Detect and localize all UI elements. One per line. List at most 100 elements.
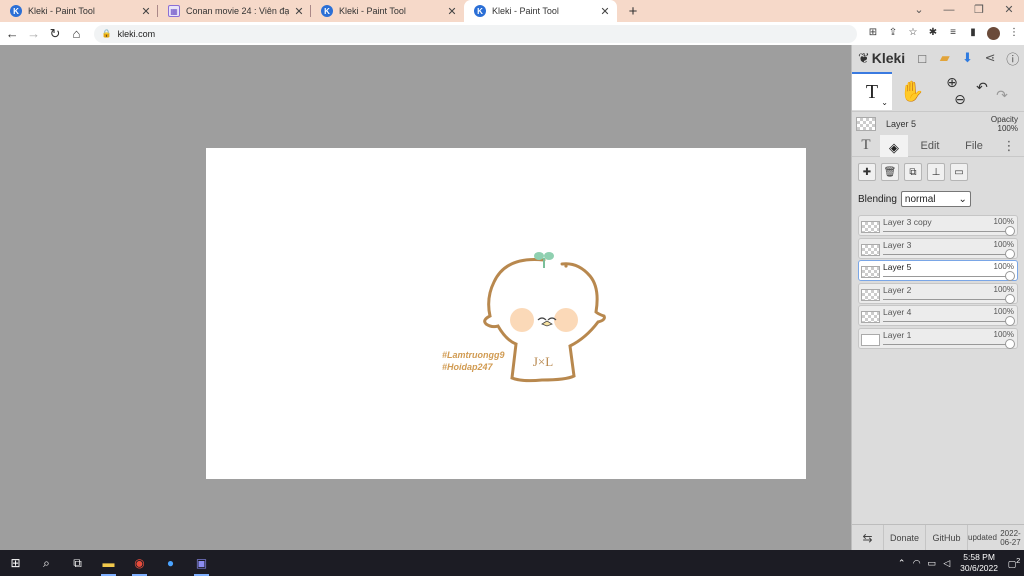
browser-tab[interactable]: ▦ Conan movie 24 : Viên đạn đỏ | ✕ [158, 0, 311, 22]
opacity-slider-track[interactable] [883, 298, 1009, 300]
chevron-up-icon[interactable]: ⌃ [894, 558, 909, 569]
chevron-down-icon[interactable]: ⌄ [881, 98, 888, 107]
sprout-leaf [544, 252, 554, 260]
layer-item[interactable]: Layer 4 100% [858, 305, 1018, 326]
reading-list-icon[interactable]: ≡ [943, 27, 963, 40]
github-link[interactable]: GitHub [926, 524, 968, 551]
add-layer-button[interactable]: ✚ [858, 163, 876, 181]
reload-icon[interactable]: ↻ [46, 26, 64, 42]
close-window-button[interactable]: ✕ [994, 0, 1024, 22]
canvas-workspace[interactable]: J×L #Lamtruongg9 #Hoidap247 [0, 45, 851, 550]
windows-taskbar: ⊞ ⌕ ⧉ ▬ ◉ ● ▣ ⌃ ◠ ▭ ◁ 5:58 PM 30/6/2022 … [0, 550, 1024, 576]
opacity-readout[interactable]: Opacity 100% [991, 115, 1024, 133]
tab-edit[interactable]: Edit [908, 135, 952, 157]
close-tab-icon[interactable]: ✕ [599, 5, 611, 18]
notification-count: 2 [1016, 556, 1021, 565]
profile-avatar[interactable] [987, 27, 1000, 40]
network-icon[interactable]: ◠ [909, 558, 924, 569]
help-icon[interactable]: ⓘ [1001, 49, 1024, 68]
redo-icon[interactable]: ↷ [996, 87, 1008, 104]
close-tab-icon[interactable]: ✕ [446, 5, 458, 18]
menu-kebab-icon[interactable]: ⋮ [1004, 27, 1024, 40]
blending-select[interactable]: normal ⌄ [900, 191, 971, 207]
share-icon[interactable]: ⋖ [979, 50, 1002, 66]
panel-tabs: T ◈ Edit File ⋮ [852, 134, 1024, 157]
tab-search-icon[interactable]: ⌄ [904, 0, 934, 22]
share-icon[interactable]: ⇪ [883, 27, 903, 40]
hand-tool-button[interactable]: ✋ [892, 73, 932, 109]
chrome-icon[interactable]: ◉ [124, 550, 155, 576]
url-bar[interactable]: 🔒 kleki.com [93, 24, 857, 43]
extensions-area: ⊞ ⇪ ☆ ✱ ≡ ▮ ⋮ [863, 27, 1024, 40]
minimize-button[interactable]: — [934, 0, 964, 22]
address-toolbar: ← → ↻ ⌂ 🔒 kleki.com ⊞ ⇪ ☆ ✱ ≡ ▮ ⋮ [0, 22, 1024, 45]
forward-icon[interactable]: → [24, 26, 42, 41]
opacity-slider-track[interactable] [883, 343, 1009, 345]
text-tool-icon: T [865, 80, 879, 103]
swap-side-icon[interactable]: ⇆ [852, 524, 884, 551]
opacity-slider-track[interactable] [883, 253, 1009, 255]
teams-icon[interactable]: ▣ [186, 550, 217, 576]
bookmark-star-icon[interactable]: ☆ [903, 27, 923, 40]
zalo-icon[interactable]: ● [155, 550, 186, 576]
layer-opacity: 100% [993, 262, 1014, 271]
watermark-line-2: #Hoidap247 [442, 362, 494, 372]
opacity-slider-track[interactable] [883, 276, 1009, 277]
new-image-icon[interactable]: □ [911, 51, 934, 66]
layer-item-selected[interactable]: Layer 5 100% [858, 260, 1018, 281]
opacity-slider-knob[interactable] [1005, 271, 1015, 281]
browser-tab[interactable]: K Kleki - Paint Tool ✕ [311, 0, 464, 22]
side-panel-icon[interactable]: ▮ [963, 27, 983, 40]
blending-row: Blending normal ⌄ [852, 187, 1024, 211]
close-tab-icon[interactable]: ✕ [293, 5, 305, 18]
tab-file[interactable]: File [952, 135, 996, 157]
donate-link[interactable]: Donate [884, 524, 926, 551]
search-icon[interactable]: ⌕ [31, 550, 62, 576]
opacity-slider-knob[interactable] [1005, 338, 1015, 349]
volume-icon[interactable]: ◁ [939, 558, 954, 569]
task-view-icon[interactable]: ⧉ [62, 550, 93, 576]
opacity-slider-knob[interactable] [1005, 293, 1015, 304]
updated-info[interactable]: updated 2022-06-27 [968, 525, 1024, 551]
opacity-slider-knob[interactable] [1005, 226, 1015, 236]
battery-icon[interactable]: ▭ [924, 558, 939, 569]
clock[interactable]: 5:58 PM 30/6/2022 [960, 552, 998, 574]
undo-icon[interactable]: ↶ [976, 79, 988, 104]
file-explorer-icon[interactable]: ▬ [93, 550, 124, 576]
more-options-icon[interactable]: ⋮ [996, 135, 1022, 157]
close-tab-icon[interactable]: ✕ [140, 5, 152, 18]
merge-layer-button[interactable]: ⊥ [927, 163, 945, 181]
open-folder-icon[interactable]: ▰ [933, 50, 956, 66]
home-icon[interactable]: ⌂ [67, 26, 85, 41]
translate-icon[interactable]: ⊞ [863, 27, 883, 40]
tab-title: Kleki - Paint Tool [28, 6, 95, 16]
new-tab-button[interactable]: + [625, 3, 641, 20]
back-icon[interactable]: ← [3, 26, 21, 41]
browser-tab-active[interactable]: K Kleki - Paint Tool ✕ [464, 0, 617, 22]
duplicate-layer-button[interactable]: ⧉ [904, 163, 922, 181]
text-tool-button[interactable]: T ⌄ [852, 72, 892, 110]
zoom-out-icon[interactable]: ⊖ [954, 91, 966, 108]
tab-title: Conan movie 24 : Viên đạn đỏ | [186, 6, 289, 16]
layer-item[interactable]: Layer 3 100% [858, 237, 1018, 259]
download-icon[interactable]: ⬇ [956, 50, 979, 66]
active-layer-name: Layer 5 [886, 118, 917, 129]
opacity-slider-track[interactable] [883, 321, 1009, 322]
notification-icon[interactable]: ▢2 [1004, 556, 1024, 570]
tab-layers[interactable]: ◈ [880, 134, 908, 157]
browser-tab[interactable]: K Kleki - Paint Tool ✕ [0, 0, 158, 22]
delete-layer-button[interactable]: 🗑 [881, 163, 899, 181]
opacity-slider-knob[interactable] [1005, 316, 1015, 326]
layer-item[interactable]: Layer 3 copy 100% [858, 215, 1018, 236]
layer-item[interactable]: Layer 1 100% [858, 327, 1018, 349]
opacity-slider-knob[interactable] [1005, 248, 1015, 259]
start-button[interactable]: ⊞ [0, 550, 31, 576]
zoom-in-icon[interactable]: ⊕ [946, 74, 958, 91]
drawing-canvas[interactable]: J×L #Lamtruongg9 #Hoidap247 [206, 148, 806, 479]
extensions-puzzle-icon[interactable]: ✱ [923, 27, 943, 40]
layer-item[interactable]: Layer 2 100% [858, 282, 1018, 304]
opacity-slider-track[interactable] [883, 231, 1009, 232]
restore-button[interactable]: ❐ [964, 0, 994, 22]
rename-layer-button[interactable]: ▭ [950, 163, 968, 181]
tab-tool-settings[interactable]: T [852, 135, 880, 157]
